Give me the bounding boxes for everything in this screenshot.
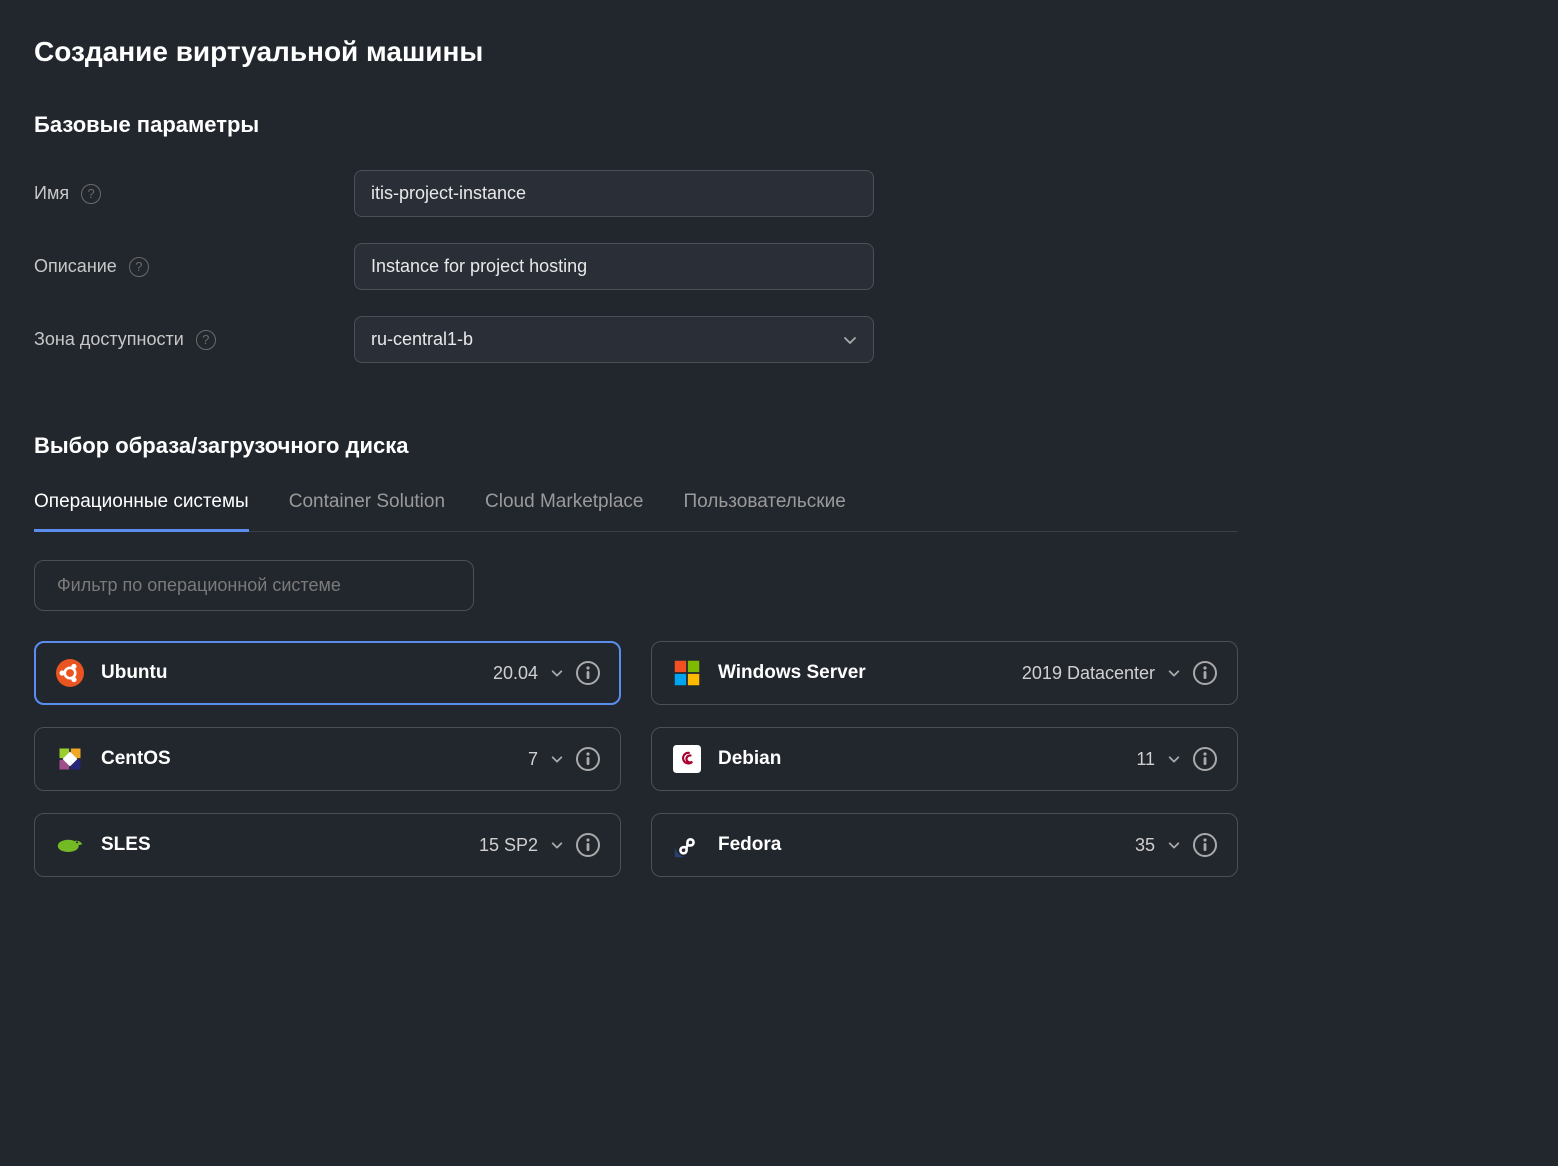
os-name: Fedora (718, 834, 1119, 856)
fedora-logo-icon (672, 830, 702, 860)
debian-logo-icon (672, 744, 702, 774)
os-version: 20.04 (493, 663, 538, 684)
chevron-down-icon[interactable] (550, 666, 564, 680)
desc-label-wrap: Описание ? (34, 256, 354, 277)
tab-os[interactable]: Операционные системы (34, 491, 249, 532)
centos-logo-icon (55, 744, 85, 774)
os-version: 7 (528, 749, 538, 770)
chevron-down-icon[interactable] (550, 752, 564, 766)
os-version: 2019 Datacenter (1022, 663, 1155, 684)
info-icon[interactable] (576, 833, 600, 857)
tab-custom[interactable]: Пользовательские (683, 491, 845, 532)
os-version: 11 (1136, 749, 1155, 770)
image-tabs: Операционные системы Container Solution … (34, 491, 1238, 532)
os-card-sles[interactable]: SLES 15 SP2 (34, 813, 621, 877)
os-name: CentOS (101, 748, 512, 770)
name-label: Имя (34, 183, 69, 204)
image-section-heading: Выбор образа/загрузочного диска (34, 433, 1238, 459)
page-title: Создание виртуальной машины (34, 36, 1238, 68)
os-card-debian[interactable]: Debian 11 (651, 727, 1238, 791)
os-card-fedora[interactable]: Fedora 35 (651, 813, 1238, 877)
os-card-windows-server[interactable]: Windows Server 2019 Datacenter (651, 641, 1238, 705)
desc-label: Описание (34, 256, 117, 277)
os-name: Ubuntu (101, 662, 477, 684)
os-version: 35 (1135, 835, 1155, 856)
name-label-wrap: Имя ? (34, 183, 354, 204)
ubuntu-logo-icon (55, 658, 85, 688)
info-icon[interactable] (1193, 747, 1217, 771)
zone-label-wrap: Зона доступности ? (34, 329, 354, 350)
chevron-down-icon[interactable] (1167, 838, 1181, 852)
help-icon[interactable]: ? (81, 184, 101, 204)
basic-params-heading: Базовые параметры (34, 112, 1238, 138)
chevron-down-icon[interactable] (550, 838, 564, 852)
help-icon[interactable]: ? (129, 257, 149, 277)
help-icon[interactable]: ? (196, 330, 216, 350)
os-grid: Ubuntu 20.04 Windows Server 2019 Datacen… (34, 641, 1238, 877)
os-filter-input[interactable] (34, 560, 474, 611)
os-name: Windows Server (718, 662, 1006, 684)
zone-select[interactable]: ru-central1-b (354, 316, 874, 363)
info-icon[interactable] (576, 747, 600, 771)
info-icon[interactable] (576, 661, 600, 685)
description-input[interactable] (354, 243, 874, 290)
zone-label: Зона доступности (34, 329, 184, 350)
os-name: SLES (101, 834, 463, 856)
info-icon[interactable] (1193, 833, 1217, 857)
chevron-down-icon[interactable] (1167, 666, 1181, 680)
os-card-ubuntu[interactable]: Ubuntu 20.04 (34, 641, 621, 705)
windows-logo-icon (672, 658, 702, 688)
os-name: Debian (718, 748, 1120, 770)
tab-container[interactable]: Container Solution (289, 491, 445, 532)
suse-logo-icon (55, 830, 85, 860)
os-card-centos[interactable]: CentOS 7 (34, 727, 621, 791)
os-version: 15 SP2 (479, 835, 538, 856)
name-input[interactable] (354, 170, 874, 217)
tab-marketplace[interactable]: Cloud Marketplace (485, 491, 643, 532)
info-icon[interactable] (1193, 661, 1217, 685)
chevron-down-icon[interactable] (1167, 752, 1181, 766)
